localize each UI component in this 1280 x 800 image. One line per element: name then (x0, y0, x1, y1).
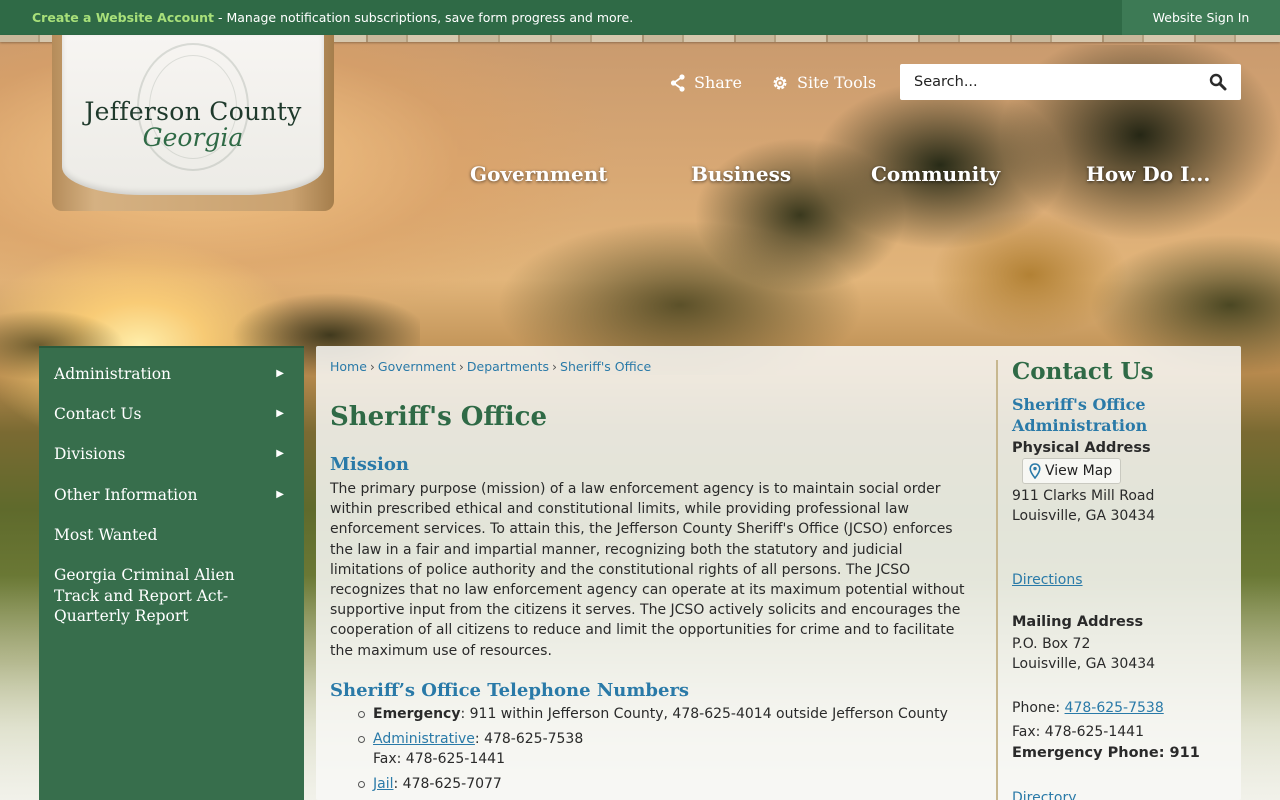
sidenav-label: Contact Us (54, 405, 142, 423)
contact-org-link[interactable]: Sheriff's Office Administration (1012, 394, 1212, 436)
create-account-link[interactable]: Create a Website Account (32, 10, 214, 25)
website-sign-in-button[interactable]: Website Sign In (1122, 0, 1280, 35)
search-input[interactable] (914, 64, 1194, 100)
list-item: Administrative: 478-625-7538 Fax: 478-625… (358, 729, 978, 769)
list-item: Jail: 478-625-7077 (358, 774, 978, 794)
main-content: Home › Government › Departments › Sheriff's Of… (316, 346, 1241, 800)
administrative-link[interactable]: Administrative (373, 731, 475, 747)
share-icon (670, 73, 685, 92)
logo-banner[interactable]: Jefferson County Georgia (52, 35, 334, 211)
mission-text: The primary purpose (mission) of a law e… (330, 481, 965, 659)
jail-phone: : 478-625-7077 (393, 776, 502, 792)
logo-subtitle: Georgia (142, 123, 244, 152)
physical-address-label: Physical Address (1012, 440, 1151, 456)
account-description: - Manage notification subscriptions, sav… (214, 10, 634, 25)
phones-heading: Sheriff’s Office Telephone Numbers (330, 680, 690, 701)
breadcrumb: Home › Government › Departments › Sheriff's Of… (330, 359, 652, 374)
breadcrumb-current[interactable]: Sheriff's Office (560, 359, 651, 374)
directions-link[interactable]: Directions (1012, 570, 1083, 590)
nav-community[interactable]: Community (871, 162, 1000, 186)
search-box (900, 64, 1241, 100)
map-pin-icon (1029, 463, 1041, 479)
search-icon[interactable] (1209, 73, 1227, 91)
sidenav-item-other-information[interactable]: Other Information ▶ (54, 485, 294, 506)
submenu-arrow-icon: ▶ (276, 489, 284, 500)
mission-heading: Mission (330, 454, 409, 475)
directory-link[interactable]: Directory (1012, 788, 1077, 800)
list-item: Emergency: 911 within Jefferson County, … (358, 704, 978, 724)
top-bar: Create a Website Account - Manage notifi… (0, 0, 1280, 35)
admin-fax: Fax: 478-625-1441 (373, 751, 505, 767)
sidenav-label: Administration (54, 365, 172, 383)
city-address: Louisville, GA 30434 (1012, 508, 1156, 524)
sidenav-item-administration[interactable]: Administration ▶ (54, 364, 294, 385)
emergency-phone: Emergency Phone: 911 (1012, 745, 1200, 761)
sidenav-item-gcatr-report[interactable]: Georgia Criminal Alien Track and Report … (54, 565, 284, 627)
view-map-label: View Map (1045, 463, 1113, 479)
nav-how-do-i[interactable]: How Do I... (1086, 162, 1210, 186)
po-box: P.O. Box 72 (1012, 636, 1091, 652)
phone-list: Emergency: 911 within Jefferson County, … (358, 704, 978, 794)
nav-government[interactable]: Government (470, 162, 608, 186)
fax-line: Fax: 478-625-1441 (1012, 724, 1144, 740)
site-tools-button[interactable]: Site Tools (771, 73, 876, 92)
logo-title: Jefferson County (84, 97, 302, 126)
emergency-label: Emergency (373, 706, 461, 722)
jail-link[interactable]: Jail (373, 776, 394, 792)
contact-title: Contact Us (1012, 358, 1154, 385)
submenu-arrow-icon: ▶ (276, 368, 284, 379)
breadcrumb-home[interactable]: Home (330, 359, 367, 374)
sidenav-label: Divisions (54, 445, 126, 463)
admin-phone: : 478-625-7538 (474, 731, 584, 747)
phone-link[interactable]: 478-625-7538 (1065, 700, 1164, 716)
gear-icon (773, 76, 787, 89)
page-title: Sheriff's Office (330, 402, 548, 432)
sidenav-label: Other Information (54, 486, 198, 504)
account-message: Create a Website Account - Manage notifi… (32, 10, 633, 25)
phone-line: Phone: 478-625-7538 (1012, 700, 1164, 716)
share-button[interactable]: Share (670, 73, 742, 92)
submenu-arrow-icon: ▶ (276, 448, 284, 459)
sidenav-item-contact-us[interactable]: Contact Us ▶ (54, 404, 294, 425)
street-address: 911 Clarks Mill Road (1012, 488, 1155, 504)
mailing-address-label: Mailing Address (1012, 614, 1144, 630)
breadcrumb-government[interactable]: Government (378, 359, 456, 374)
share-label: Share (694, 73, 742, 92)
sidenav-item-most-wanted[interactable]: Most Wanted (54, 525, 294, 546)
contact-widget: Contact Us Sheriff's Office Administrati… (1012, 358, 1232, 800)
submenu-arrow-icon: ▶ (276, 408, 284, 419)
column-divider (996, 360, 998, 800)
view-map-button[interactable]: View Map (1022, 458, 1122, 484)
sidenav-item-divisions[interactable]: Divisions ▶ (54, 444, 294, 465)
site-tools-label: Site Tools (797, 73, 877, 92)
nav-business[interactable]: Business (691, 162, 791, 186)
breadcrumb-departments[interactable]: Departments (467, 359, 549, 374)
mailing-city: Louisville, GA 30434 (1012, 656, 1156, 672)
emergency-text: : 911 within Jefferson County, 478-625-4… (460, 706, 948, 722)
side-navigation: Administration ▶ Contact Us ▶ Divisions ▶ O… (39, 346, 304, 800)
